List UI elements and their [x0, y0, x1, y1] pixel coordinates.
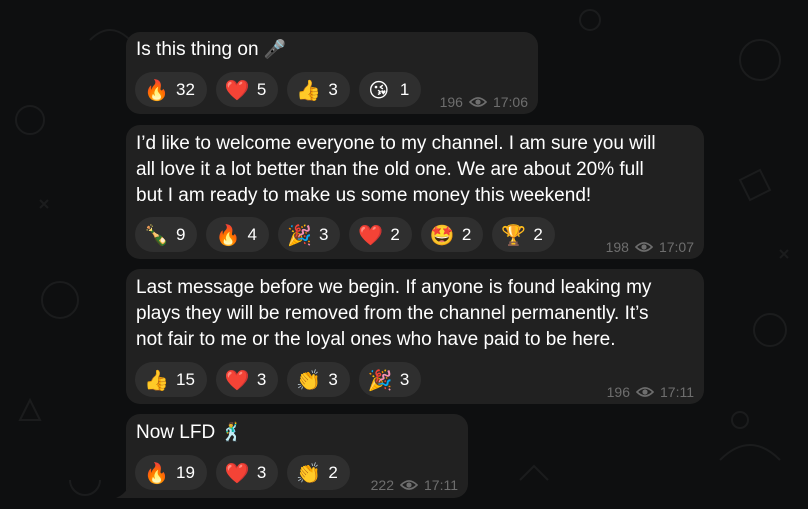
eye-icon	[468, 97, 487, 107]
reaction-count: 3	[328, 369, 338, 389]
reaction-count: 3	[399, 369, 410, 389]
reaction-chip-thumbs-up[interactable]: 👍 3	[287, 72, 350, 107]
message-text: Is this thing on 🎤	[136, 39, 287, 60]
view-count: 196	[606, 384, 630, 400]
reaction-chip-fire[interactable]: 🔥 19	[135, 455, 207, 490]
message-meta: 196 17:06	[440, 94, 528, 110]
heart-icon: ❤️	[224, 460, 250, 485]
bubble-tail	[116, 484, 130, 498]
reaction-chip-thumbs-up[interactable]: 👍 15	[135, 362, 207, 397]
message-meta: 222 17:11	[371, 477, 458, 493]
view-count: 196	[439, 94, 463, 110]
party-popper-icon: 🎉	[286, 222, 312, 247]
eye-icon	[636, 387, 654, 397]
message-meta: 196 17:11	[607, 384, 694, 400]
message-text: Now LFD 🕺	[136, 422, 243, 443]
reaction-chip-heart[interactable]: ❤️ 5	[215, 72, 279, 107]
reaction-chip-kiss[interactable]: 😘 1	[358, 72, 422, 107]
reaction-count: 2	[390, 224, 400, 244]
fire-icon: 🔥	[215, 222, 241, 247]
message-bubble[interactable]: I’d like to welcome everyone to my chann…	[126, 125, 704, 259]
heart-icon: ❤️	[358, 222, 384, 247]
party-popper-icon: 🎉	[367, 367, 393, 392]
clapping-icon: 👏	[296, 367, 322, 392]
message-time: 17:07	[658, 239, 694, 255]
clapping-icon: 👏	[296, 460, 322, 485]
champagne-icon: 🍾	[144, 222, 169, 247]
reaction-count: 2	[533, 224, 543, 244]
trophy-icon: 🏆	[501, 222, 527, 247]
message-bubble[interactable]: Now LFD 🕺 🔥 19 ❤️ 3 👏 2 222 17:11	[116, 414, 468, 498]
message-bubble[interactable]: Last message before we begin. If anyone …	[126, 269, 704, 404]
reactions-bar: 🍾 9 🔥 4 🎉 3 ❤️ 2 🤩 2 🏆 2	[135, 217, 555, 252]
view-count: 222	[370, 477, 394, 493]
reactions-bar: 🔥 32 ❤️ 5 👍 3 😘 1	[135, 72, 422, 107]
reaction-chip-fire[interactable]: 🔥 4	[206, 217, 269, 252]
eye-icon	[400, 480, 418, 490]
reaction-chip-star-struck[interactable]: 🤩 2	[420, 217, 484, 252]
reaction-chip-trophy[interactable]: 🏆 2	[492, 217, 555, 252]
message-bubble[interactable]: Is this thing on 🎤 🔥 32 ❤️ 5 👍 3 😘 1 196 17:…	[126, 32, 538, 114]
thumbs-up-icon: 👍	[296, 77, 322, 102]
reaction-count: 1	[399, 79, 410, 99]
thumbs-up-icon: 👍	[144, 367, 169, 392]
reaction-count: 3	[256, 369, 267, 389]
message-time: 17:11	[660, 384, 694, 400]
reaction-chip-clapping[interactable]: 👏 3	[287, 362, 350, 397]
message-text: I’d like to welcome everyone to my chann…	[136, 133, 656, 206]
reaction-count: 19	[176, 462, 195, 482]
fire-icon: 🔥	[144, 77, 169, 102]
reaction-chip-heart[interactable]: ❤️ 3	[215, 455, 279, 490]
reaction-chip-fire[interactable]: 🔥 32	[135, 72, 207, 107]
eye-icon	[634, 242, 653, 252]
reaction-chip-heart[interactable]: ❤️ 3	[215, 362, 279, 397]
heart-icon: ❤️	[224, 367, 250, 392]
reaction-count: 3	[256, 462, 267, 482]
reaction-count: 2	[328, 462, 338, 482]
message-meta: 198 17:07	[606, 239, 694, 255]
reaction-count: 4	[247, 224, 257, 244]
reaction-chip-heart[interactable]: ❤️ 2	[349, 217, 412, 252]
message-time: 17:06	[492, 94, 528, 110]
heart-icon: ❤️	[224, 77, 250, 102]
reactions-bar: 🔥 19 ❤️ 3 👏 2	[135, 455, 350, 490]
microphone-icon: 🎤	[263, 39, 287, 60]
reaction-chip-party[interactable]: 🎉 3	[358, 362, 422, 397]
reaction-count: 5	[256, 79, 267, 99]
message-text: Last message before we begin. If anyone …	[136, 277, 652, 350]
kiss-face-icon: 😘	[368, 77, 390, 102]
reaction-count: 9	[176, 224, 186, 244]
reaction-count: 3	[318, 224, 329, 244]
message-time: 17:11	[424, 477, 458, 493]
reaction-count: 2	[461, 224, 472, 244]
star-struck-icon: 🤩	[429, 222, 455, 247]
dancer-icon: 🕺	[220, 422, 243, 443]
reaction-count: 32	[176, 79, 195, 99]
reactions-bar: 👍 15 ❤️ 3 👏 3 🎉 3	[135, 362, 422, 397]
reaction-chip-party[interactable]: 🎉 3	[277, 217, 341, 252]
view-count: 198	[605, 239, 629, 255]
reaction-chip-champagne[interactable]: 🍾 9	[135, 217, 198, 252]
fire-icon: 🔥	[144, 460, 169, 485]
reaction-count: 15	[176, 369, 195, 389]
reaction-count: 3	[328, 79, 338, 99]
reaction-chip-clapping[interactable]: 👏 2	[287, 455, 350, 490]
